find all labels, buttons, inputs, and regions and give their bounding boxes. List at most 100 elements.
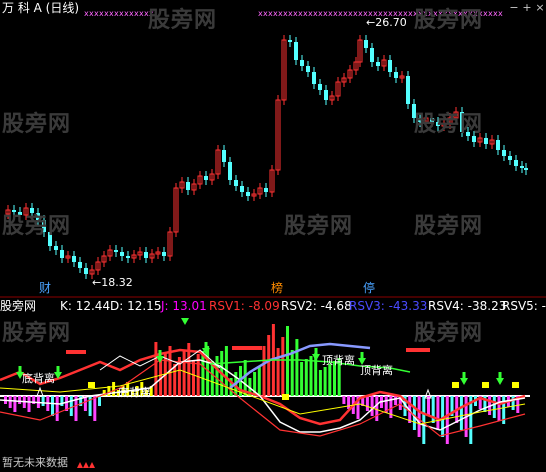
histogram-bar: [318, 370, 322, 396]
up-triangle-icon: [77, 462, 83, 468]
histogram-bar: [18, 396, 22, 404]
signal-bar: [406, 348, 430, 352]
watermark: 股旁网: [148, 8, 218, 33]
d-value: D: 12.15: [110, 299, 162, 313]
watermark: 股旁网: [414, 214, 484, 239]
watermark: 股旁网: [2, 321, 72, 346]
histogram-bar: [342, 396, 346, 404]
histogram-bar: [417, 396, 421, 437]
candle-body: [144, 252, 148, 258]
histogram-bar: [8, 396, 12, 408]
histogram-bar: [347, 396, 351, 409]
histogram-bar: [55, 396, 59, 421]
histogram-bar: [13, 396, 17, 412]
histogram-bar: [304, 359, 308, 396]
signal-bar: [232, 346, 262, 350]
candle-body: [300, 60, 304, 66]
histogram-bar: [257, 366, 261, 396]
candle-body: [306, 66, 310, 72]
candle-body: [520, 166, 524, 168]
badge-suspend[interactable]: 停: [362, 281, 376, 295]
k-value: K: 12.44: [60, 299, 111, 313]
histogram-bar: [290, 350, 294, 396]
histogram-bar: [154, 342, 158, 396]
j-value: J: 13.01: [161, 299, 207, 313]
histogram-bar: [328, 364, 332, 396]
histogram-bar: [422, 396, 426, 444]
low-price-label: ←18.32: [92, 276, 133, 289]
histogram-bar: [262, 346, 266, 396]
histogram-bar: [69, 396, 73, 416]
minus-icon[interactable]: −: [508, 2, 520, 14]
histogram-bar: [323, 367, 327, 396]
badge-finance[interactable]: 财: [38, 281, 52, 295]
candle-body: [84, 268, 88, 274]
histogram-bar: [286, 326, 289, 396]
candle-body: [54, 246, 58, 250]
histogram-bar: [412, 396, 416, 430]
badge-rank[interactable]: 榜: [270, 281, 284, 295]
candle-body: [162, 252, 166, 256]
candle-body: [204, 176, 208, 180]
candle-body: [370, 48, 374, 62]
annotation-top-divergence: 顶背离: [360, 364, 393, 377]
candle-body: [318, 84, 322, 90]
indicator-name: 股旁网: [0, 299, 37, 313]
histogram-bar: [445, 396, 449, 444]
candle-body: [186, 182, 190, 190]
high-price-label: ←26.70: [366, 16, 407, 29]
histogram-bar: [394, 396, 398, 405]
histogram-bar: [300, 362, 304, 396]
rsv4-value: RSV4: -38.23: [428, 299, 507, 313]
histogram-bar: [27, 396, 31, 412]
up-triangle-icon: [89, 462, 95, 468]
histogram-bar: [192, 361, 195, 396]
down-arrow-icon: [181, 318, 189, 325]
histogram-bar: [51, 396, 54, 416]
up-arrow-icon: [36, 386, 44, 397]
candle-body: [376, 62, 380, 66]
histogram-bar: [276, 348, 280, 396]
rsv3-value: RSV3: -43.33: [349, 299, 428, 313]
histogram-bar: [365, 396, 369, 411]
rsv2-value: RSV2: -4.68: [281, 299, 352, 313]
candle-body: [72, 256, 76, 262]
annotation-bottom-divergence: 底背离: [118, 386, 151, 399]
histogram-bar: [267, 335, 271, 396]
signal-square: [452, 382, 459, 388]
candle-body: [234, 180, 238, 186]
histogram-bar: [98, 396, 101, 406]
down-arrow-icon: [460, 378, 468, 385]
candle-body: [114, 250, 118, 252]
down-arrow-icon: [360, 352, 364, 358]
watermark: 股旁网: [414, 112, 484, 137]
watermark: 股旁网: [2, 214, 72, 239]
signal-square: [88, 382, 95, 388]
histogram-bar: [427, 396, 430, 416]
signal-square: [512, 382, 519, 388]
candle-body: [502, 150, 506, 156]
candle-body: [60, 250, 64, 258]
candle-body: [240, 186, 244, 192]
histogram-bar: [215, 356, 219, 396]
plus-icon[interactable]: +: [521, 2, 533, 14]
candle-body: [364, 40, 368, 48]
candle-body: [388, 60, 392, 72]
candle-body: [496, 140, 500, 150]
candle-body: [324, 90, 328, 100]
histogram-bar: [459, 396, 463, 430]
histogram-bar: [492, 396, 496, 418]
rsv1-value: RSV1: -8.09: [209, 299, 280, 313]
down-arrow-icon: [204, 342, 208, 348]
close-icon[interactable]: ×: [534, 2, 546, 14]
histogram-bar: [173, 364, 177, 396]
histogram-bar: [309, 356, 313, 396]
up-triangle-icon: [83, 462, 89, 468]
down-arrow-icon: [496, 378, 504, 385]
candle-body: [288, 40, 292, 42]
down-arrow-icon: [462, 372, 466, 378]
down-arrow-icon: [498, 372, 502, 378]
down-arrow-icon: [158, 350, 162, 356]
candle-body: [394, 72, 398, 78]
watermark: 股旁网: [284, 214, 354, 239]
